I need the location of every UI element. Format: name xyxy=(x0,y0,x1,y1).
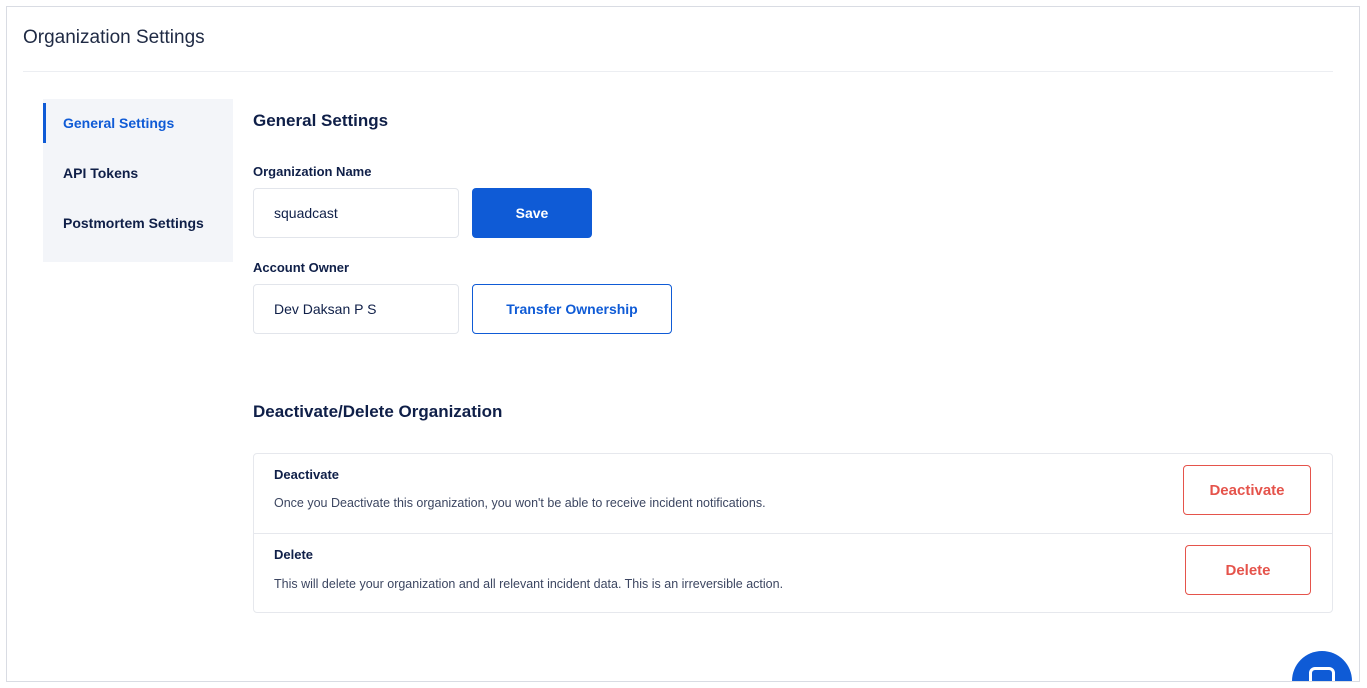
general-settings-heading: General Settings xyxy=(253,111,389,130)
save-button[interactable]: Save xyxy=(472,188,592,238)
delete-button[interactable]: Delete xyxy=(1185,545,1311,595)
deactivate-button[interactable]: Deactivate xyxy=(1183,465,1311,515)
settings-sidebar: General Settings API Tokens Postmortem S… xyxy=(43,99,233,262)
sidebar-item-api-tokens[interactable]: API Tokens xyxy=(43,153,233,193)
account-owner-input[interactable] xyxy=(253,284,459,334)
sidebar-item-label: Postmortem Settings xyxy=(63,215,204,231)
delete-title: Delete xyxy=(274,547,314,562)
organization-name-label: Organization Name xyxy=(253,164,372,179)
organization-name-input[interactable] xyxy=(253,188,459,238)
deactivate-description: Once you Deactivate this organization, y… xyxy=(274,496,766,510)
settings-window: Organization Settings General Settings A… xyxy=(6,6,1360,682)
transfer-ownership-button[interactable]: Transfer Ownership xyxy=(472,284,672,334)
danger-zone-heading: Deactivate/Delete Organization xyxy=(253,402,503,421)
danger-row-divider xyxy=(254,533,1332,534)
danger-zone-panel: Deactivate Once you Deactivate this orga… xyxy=(253,453,1333,613)
delete-description: This will delete your organization and a… xyxy=(274,577,784,591)
header-divider xyxy=(23,71,1333,72)
page-title: Organization Settings xyxy=(23,27,205,48)
sidebar-item-label: General Settings xyxy=(63,115,175,131)
sidebar-item-postmortem-settings[interactable]: Postmortem Settings xyxy=(43,203,233,243)
account-owner-label: Account Owner xyxy=(253,260,350,275)
chat-launcher-button[interactable] xyxy=(1292,651,1352,681)
deactivate-title: Deactivate xyxy=(274,467,340,482)
sidebar-item-label: API Tokens xyxy=(63,165,139,181)
chat-icon xyxy=(1309,667,1335,681)
sidebar-item-general-settings[interactable]: General Settings xyxy=(43,103,233,143)
